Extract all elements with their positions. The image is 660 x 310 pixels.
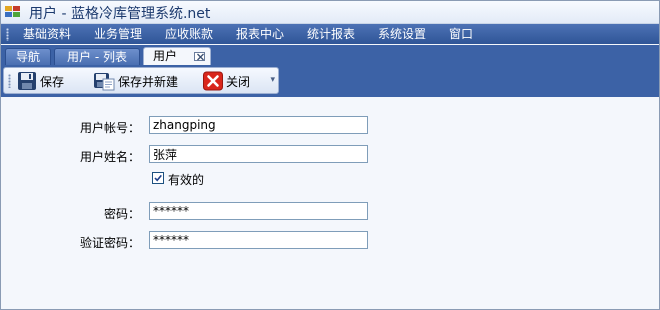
account-input[interactable] [149, 116, 368, 134]
tab-navigation[interactable]: 导航 [5, 48, 51, 65]
menu-window[interactable]: 窗口 [449, 26, 473, 42]
active-checkbox[interactable] [152, 172, 164, 184]
account-label: 用户帐号： [79, 121, 140, 135]
close-button[interactable]: 关闭 [203, 71, 265, 91]
menu-business[interactable]: 业务管理 [94, 26, 142, 42]
tab-close-icon[interactable] [194, 52, 205, 61]
title-bar[interactable]: 用户 - 蓝格冷库管理系统.net [1, 1, 659, 24]
save-and-new-button[interactable]: 保存并新建 [93, 71, 193, 91]
close-icon [203, 71, 223, 91]
toolbar: 保存 保存并新建 关闭 ▾ [1, 65, 659, 97]
confirm-password-input[interactable] [149, 231, 368, 249]
save-icon [17, 71, 37, 91]
password-label: 密码： [103, 207, 140, 221]
close-button-label: 关闭 [226, 75, 251, 89]
menu-system-settings[interactable]: 系统设置 [378, 26, 426, 42]
save-and-new-button-label: 保存并新建 [118, 75, 179, 89]
menu-receivables[interactable]: 应收账款 [165, 26, 213, 42]
tab-user-label: 用户 [153, 49, 178, 63]
tab-user[interactable]: 用户 [143, 47, 211, 66]
menu-grip-icon [6, 28, 9, 41]
menu-statistics[interactable]: 统计报表 [307, 26, 355, 42]
menu-basic-data[interactable]: 基础资料 [23, 26, 71, 42]
app-icon [5, 5, 21, 19]
window-title: 用户 - 蓝格冷库管理系统.net [29, 6, 211, 22]
save-new-icon [93, 71, 115, 91]
save-button-label: 保存 [40, 75, 65, 89]
confirm-password-label: 验证密码： [79, 236, 140, 250]
password-input[interactable] [149, 202, 368, 220]
name-input[interactable] [149, 145, 368, 163]
toolbar-overflow-icon[interactable]: ▾ [270, 75, 275, 85]
menu-bar: 基础资料 业务管理 应收账款 报表中心 统计报表 系统设置 窗口 [1, 24, 659, 44]
menu-report-center[interactable]: 报表中心 [236, 26, 284, 42]
app-window: 用户 - 蓝格冷库管理系统.net 基础资料 业务管理 应收账款 报表中心 统计… [0, 0, 660, 310]
tab-strip: 导航 用户 - 列表 用户 [1, 45, 659, 66]
save-button[interactable]: 保存 [17, 71, 83, 91]
tab-user-list[interactable]: 用户 - 列表 [54, 48, 140, 65]
active-checkbox-label[interactable]: 有效的 [168, 171, 204, 188]
toolbar-grip-icon[interactable] [8, 74, 11, 88]
name-label: 用户姓名： [79, 150, 140, 164]
toolbar-strip: 保存 保存并新建 关闭 ▾ [3, 67, 279, 94]
